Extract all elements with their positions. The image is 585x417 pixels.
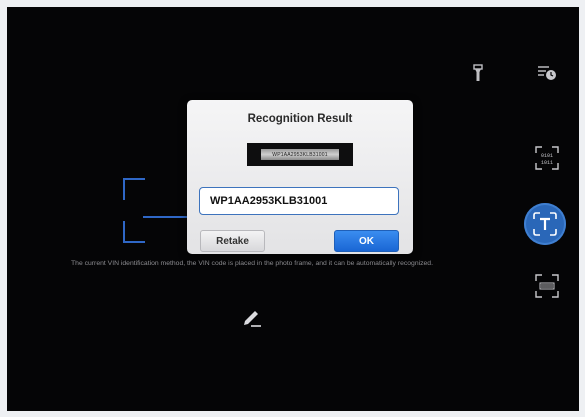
scan-hint-text: The current VIN identification method, t… xyxy=(71,260,433,267)
flashlight-button[interactable] xyxy=(471,63,485,83)
vin-image-text: WP1AA2953KLB31001 xyxy=(261,149,339,160)
barcode-mode-button[interactable]: 0101 1011 xyxy=(534,145,560,171)
barcode-scan-icon: 0101 1011 xyxy=(535,146,559,170)
svg-text:0101: 0101 xyxy=(541,153,553,159)
manual-input-button[interactable] xyxy=(240,305,264,329)
scan-frame-corner-bottom-left xyxy=(123,221,145,243)
recognition-result-dialog: Recognition Result WP1AA2953KLB31001 Ret… xyxy=(187,100,413,254)
scan-frame-corner-top-left xyxy=(123,178,145,200)
vin-scan-icon xyxy=(535,274,559,298)
dialog-title: Recognition Result xyxy=(247,113,353,125)
history-icon xyxy=(538,66,556,80)
ok-button[interactable]: OK xyxy=(334,230,399,252)
history-button[interactable] xyxy=(535,63,559,83)
flashlight-icon xyxy=(473,64,483,81)
vin-field[interactable] xyxy=(199,187,399,215)
text-recognition-icon xyxy=(533,212,557,236)
vin-mode-button[interactable] xyxy=(534,273,560,299)
svg-text:1011: 1011 xyxy=(541,160,553,166)
camera-scanner-screen: The current VIN identification method, t… xyxy=(7,7,579,411)
retake-button[interactable]: Retake xyxy=(200,230,265,252)
vin-captured-image: WP1AA2953KLB31001 xyxy=(247,143,353,166)
scan-frame-line xyxy=(143,216,187,218)
text-mode-button[interactable] xyxy=(524,203,566,245)
edit-pencil-icon xyxy=(244,311,261,327)
